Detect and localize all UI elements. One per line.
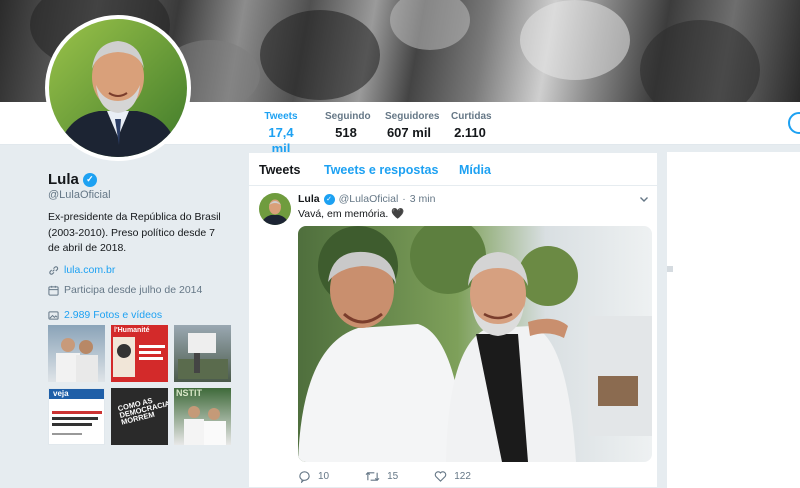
photo-thumbnail[interactable]: NSTIT [174,388,231,445]
scroll-handle[interactable] [667,266,673,272]
avatar-photo [49,19,187,157]
profile-handle[interactable]: @LulaOficial [48,189,111,201]
profile-bio: Ex-presidente da República do Brasil (20… [48,211,221,254]
reply-count: 10 [318,471,330,482]
thumbnail-image [113,337,165,377]
reply-icon [299,471,310,483]
thumbnail-text: veja [53,389,69,398]
tweet-text: Vavá, em memória. 🖤 [298,208,405,220]
thumbnail-image [56,338,98,382]
tab-media[interactable]: Mídia [459,163,491,177]
link-icon [49,265,59,275]
verified-badge-icon: ✓ [82,172,97,187]
tweet-avatar[interactable] [259,193,291,225]
stat-followers-label: Seguidores [385,111,440,122]
website-link[interactable]: lula.com.br [64,264,115,276]
profile-name[interactable]: Lula ✓ [48,171,97,188]
timeline-tabs: Tweets Tweets e respostas Mídia [249,153,657,186]
retweet-icon [365,471,380,482]
profile-website[interactable]: lula.com.br [48,264,115,276]
tweet-author-handle[interactable]: @LulaOficial [339,193,399,205]
stat-likes-value: 2.110 [454,125,486,140]
heart-icon [435,471,447,482]
tweet-photo[interactable] [298,226,652,462]
thumbnail-image [178,333,228,379]
tweet-author-name[interactable]: Lula [298,193,320,205]
right-sidebar [667,152,800,488]
tab-tweets-and-replies[interactable]: Tweets e respostas [324,163,438,177]
stat-tweets[interactable]: Tweets 17,4 mil [258,111,304,165]
like-count: 122 [454,471,471,482]
profile-avatar[interactable] [45,15,191,161]
stat-likes-label: Curtidas [451,111,492,122]
photo-thumbnail[interactable] [48,325,105,382]
thumbnail-text: COMO AS DEMOCRACIAS MORREM [116,395,168,427]
follow-button-edge[interactable] [788,112,800,134]
joined-text: Participa desde julho de 2014 [64,284,203,296]
stat-tweets-label: Tweets [264,111,298,122]
stat-following[interactable]: Seguindo 518 [325,111,371,141]
photo-thumbnail[interactable]: COMO AS DEMOCRACIAS MORREM [111,388,168,445]
thumbnail-image [184,406,226,445]
verified-badge-icon: ✓ [323,193,335,205]
reply-button[interactable]: 10 [298,470,329,483]
timeline-panel: Tweets Tweets e respostas Mídia Lula ✓ @… [248,152,658,488]
profile-joined: Participa desde julho de 2014 [48,284,202,296]
retweet-button[interactable]: 15 [365,470,398,483]
photos-videos-link[interactable]: 2.989 Fotos e vídeos [48,309,162,321]
photo-thumbnail-grid: l'Humanité veja COMO AS DEMOCRACIAS MORR… [48,325,232,445]
tweet-header: Lula ✓ @LulaOficial · 3 min [298,193,435,205]
photo-icon [48,310,59,320]
stat-following-label: Seguindo [325,111,371,122]
stat-following-value: 518 [335,125,357,140]
stat-followers[interactable]: Seguidores 607 mil [385,111,440,141]
photos-videos-label: 2.989 Fotos e vídeos [64,309,163,321]
tweet-avatar-image [259,193,291,225]
stat-likes[interactable]: Curtidas 2.110 [451,111,492,141]
photo-thumbnail[interactable]: veja [48,388,105,445]
retweet-count: 15 [387,471,399,482]
calendar-icon [48,285,59,296]
tweet-timestamp[interactable]: 3 min [410,193,436,205]
stat-followers-value: 607 mil [386,125,432,140]
tweet-separator: · [402,193,406,205]
chevron-down-icon[interactable] [639,194,649,204]
photo-thumbnail[interactable] [174,325,231,382]
tweet-photo-image [298,226,652,462]
like-button[interactable]: 122 [434,470,471,483]
photo-thumbnail[interactable]: l'Humanité [111,325,168,382]
tweet-actions: 10 15 122 [298,470,507,483]
tab-tweets[interactable]: Tweets [259,163,300,177]
profile-name-text: Lula [48,171,79,188]
